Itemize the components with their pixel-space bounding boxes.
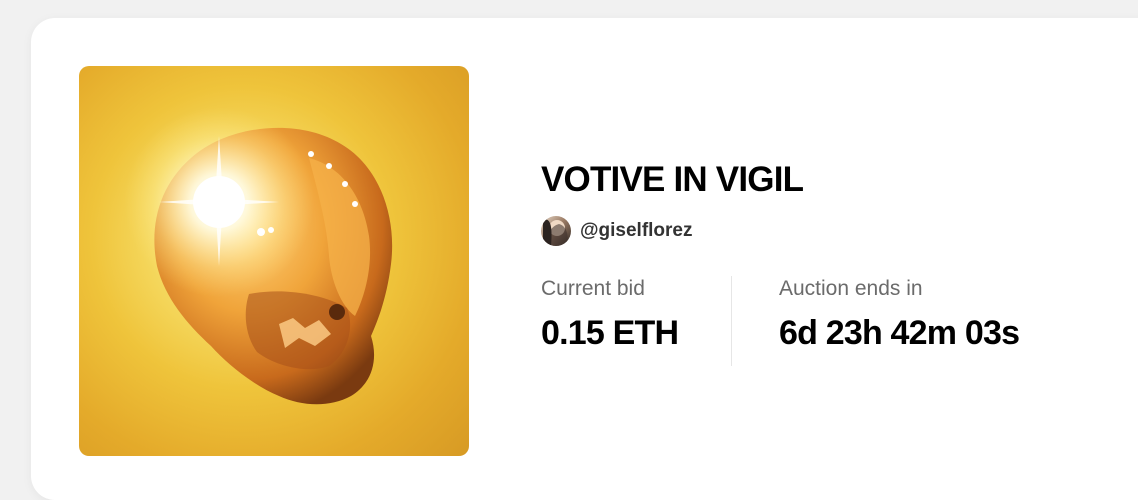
creator-link[interactable]: @giselflorez (541, 216, 1101, 246)
auction-countdown-value: 6d 23h 42m 03s (779, 314, 1020, 352)
current-bid-value: 0.15 ETH (541, 314, 679, 352)
current-bid-label: Current bid (541, 277, 645, 300)
current-bid-section: Current bid 0.15 ETH (541, 276, 732, 366)
auction-countdown-section: Auction ends in 6d 23h 42m 03s (732, 276, 1020, 366)
creator-avatar-icon (543, 219, 568, 246)
creator-handle[interactable]: @giselflorez (580, 220, 693, 242)
nft-info: VOTIVE IN VIGIL @giselflorez Current bid… (541, 158, 1101, 366)
skull-artwork-icon (124, 107, 393, 405)
auction-ends-label: Auction ends in (779, 277, 923, 300)
artwork-image[interactable] (79, 66, 469, 456)
nft-title[interactable]: VOTIVE IN VIGIL (541, 158, 1101, 202)
auction-stats: Current bid 0.15 ETH Auction ends in 6d … (541, 276, 1101, 366)
auction-card[interactable]: VOTIVE IN VIGIL @giselflorez Current bid… (31, 18, 1138, 500)
avatar[interactable] (541, 216, 571, 246)
